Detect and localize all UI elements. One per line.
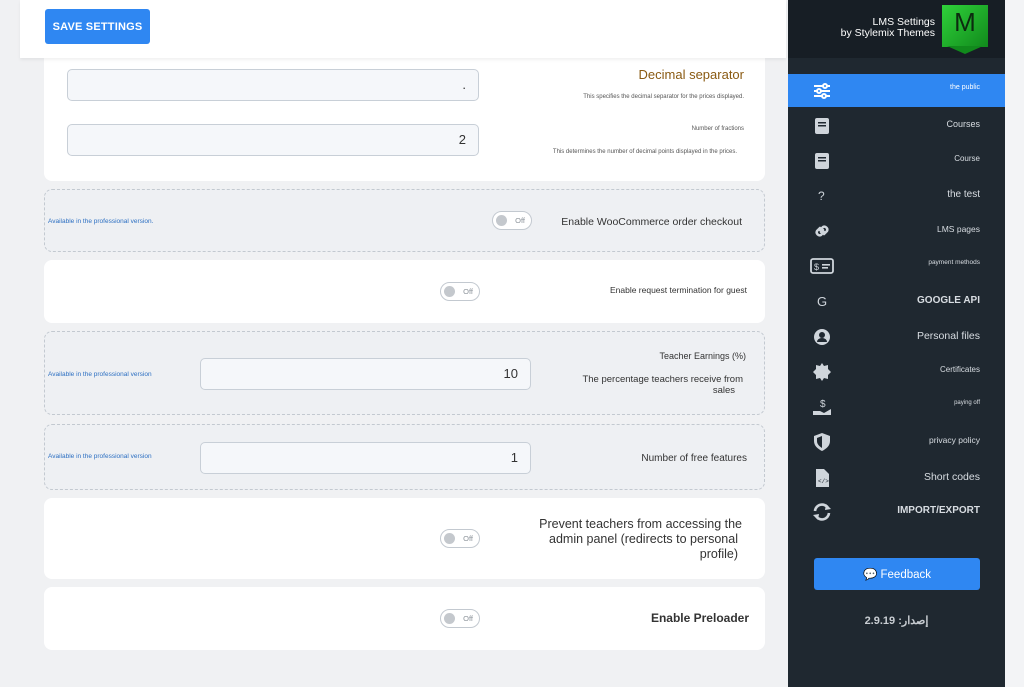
logo-ribbon (947, 46, 983, 54)
svg-text:$: $ (820, 399, 826, 410)
sliders-icon (814, 83, 830, 99)
free-features-card: Available in the professional version 1 … (44, 424, 765, 490)
shield-icon (814, 433, 830, 451)
feedback-label: Feedback (880, 569, 932, 581)
admin-panel-label-1: Prevent teachers from accessing the (539, 517, 742, 531)
sidebar-item-label: Courses (946, 119, 980, 129)
sidebar-item-short-codes[interactable]: </> Short codes (788, 461, 1005, 494)
sidebar-item-public[interactable]: the public (788, 74, 1005, 107)
sync-icon (813, 503, 831, 521)
toggle-knob (444, 286, 455, 297)
fractions-help: This determines the number of decimal po… (552, 149, 737, 155)
teacher-earnings-label: Teacher Earnings (%) (659, 351, 746, 361)
sidebar-item-import-export[interactable]: IMPORT/EXPORT (788, 495, 1005, 528)
toggle-knob (496, 215, 507, 226)
settings-main: SAVE SETTINGS . Decimal separator This s… (20, 0, 788, 687)
admin-panel-label-2: admin panel (redirects to personal (549, 532, 738, 546)
woocommerce-toggle[interactable]: Off (492, 211, 532, 230)
sidebar-item-personal-files[interactable]: Personal files (788, 320, 1005, 353)
teacher-earnings-card: Available in the professional version 10… (44, 331, 765, 415)
logo-letter: M (954, 7, 976, 37)
sidebar-item-label: Course (954, 154, 980, 163)
top-toolbar: SAVE SETTINGS (20, 0, 786, 58)
feedback-button[interactable]: 💬 Feedback (814, 558, 980, 590)
pro-version-note: Available in the professional version (48, 453, 152, 460)
preloader-label: Enable Preloader (650, 611, 749, 625)
toggle-state: Off (515, 216, 525, 225)
sidebar-item-payment-methods[interactable]: $ payment methods (788, 249, 1005, 282)
svg-text:?: ? (818, 189, 825, 203)
decimal-separator-help: This specifies the decimal separator for… (583, 94, 744, 100)
certificate-icon (813, 363, 831, 381)
admin-panel-access-card: Off Prevent teachers from accessing the … (44, 498, 765, 579)
toggle-state: Off (463, 287, 473, 296)
teacher-earnings-help: The percentage teachers receive from (582, 374, 743, 385)
guest-request-toggle[interactable]: Off (440, 282, 480, 301)
sidebar-item-lms-pages[interactable]: LMS pages (788, 214, 1005, 247)
google-icon: G (817, 294, 827, 309)
sidebar-item-label: Personal files (916, 330, 980, 342)
sidebar-item-google-api[interactable]: G GOOGLE API (788, 285, 1005, 318)
svg-text:G: G (817, 294, 827, 309)
teacher-earnings-help-2: sales (712, 385, 735, 396)
guest-request-card: Off Enable request termination for guest (44, 260, 765, 323)
settings-sidebar: LMS Settings by Stylemix Themes M the pu… (788, 0, 1005, 687)
sidebar-title: LMS Settings by Stylemix Themes (841, 17, 935, 39)
sidebar-item-label: privacy policy (928, 435, 980, 445)
fractions-input[interactable]: 2 (67, 124, 479, 156)
sidebar-item-certificates[interactable]: Certificates (788, 355, 1005, 388)
question-icon: ? (818, 189, 825, 203)
link-icon (815, 225, 829, 237)
pro-version-note: Available in the professional version. (48, 218, 154, 225)
chat-bubble-icon: 💬 (862, 569, 878, 581)
currency-card: . Decimal separator This specifies the d… (44, 50, 765, 181)
sidebar-item-label: GOOGLE API (917, 295, 980, 306)
sidebar-item-label: Certificates (939, 365, 980, 374)
version-label: إصدار: 2.9.19 (864, 615, 929, 627)
sidebar-item-label: Short codes (923, 471, 980, 483)
sidebar-item-test[interactable]: ? the test (788, 179, 1005, 212)
sidebar-item-label: payment methods (928, 259, 980, 266)
book-icon (815, 153, 829, 169)
admin-panel-toggle[interactable]: Off (440, 529, 480, 548)
sidebar-title-line2: by Stylemix Themes (840, 27, 935, 39)
free-features-label: Number of free features (641, 453, 747, 464)
toggle-state: Off (463, 614, 473, 623)
fractions-label: Number of fractions (691, 126, 744, 132)
code-file-icon: </> (816, 469, 829, 487)
lms-logo-icon: M (942, 5, 988, 47)
sidebar-item-label: paying off (954, 400, 980, 406)
sidebar-item-label: LMS pages (937, 224, 980, 234)
sidebar-header: LMS Settings by Stylemix Themes M (788, 0, 1005, 58)
sidebar-item-paying-off[interactable]: $ paying off (788, 390, 1005, 423)
save-settings-button[interactable]: SAVE SETTINGS (45, 9, 150, 44)
toggle-knob (444, 533, 455, 544)
pro-version-note: Available in the professional version (48, 371, 152, 378)
sidebar-item-label: the public (950, 84, 980, 91)
sidebar-item-label: the test (947, 189, 980, 200)
right-gutter (1005, 0, 1024, 687)
admin-panel-label-3: profile) (699, 547, 738, 561)
user-icon (814, 329, 830, 345)
preloader-card: Off Enable Preloader (44, 587, 765, 650)
payout-icon: $ (813, 399, 831, 415)
guest-request-label: Enable request termination for guest (609, 285, 747, 295)
sidebar-item-course[interactable]: Course (788, 144, 1005, 177)
svg-text:$: $ (814, 262, 819, 272)
decimal-separator-label: Decimal separator (638, 67, 745, 82)
toggle-state: Off (463, 534, 473, 543)
sidebar-item-courses[interactable]: Courses (788, 109, 1005, 142)
toggle-knob (444, 613, 455, 624)
teacher-earnings-input[interactable]: 10 (200, 358, 531, 390)
svg-text:</>: </> (818, 478, 829, 485)
woocommerce-checkout-card: Available in the professional version. O… (44, 189, 765, 252)
free-features-input[interactable]: 1 (200, 442, 531, 474)
woocommerce-checkout-label: Enable WooCommerce order checkout (561, 216, 742, 228)
sidebar-item-privacy-policy[interactable]: privacy policy (788, 425, 1005, 458)
decimal-separator-input[interactable]: . (67, 69, 479, 101)
payment-icon: $ (810, 258, 834, 274)
preloader-toggle[interactable]: Off (440, 609, 480, 628)
book-icon (815, 118, 829, 134)
sidebar-item-label: IMPORT/EXPORT (897, 505, 980, 516)
